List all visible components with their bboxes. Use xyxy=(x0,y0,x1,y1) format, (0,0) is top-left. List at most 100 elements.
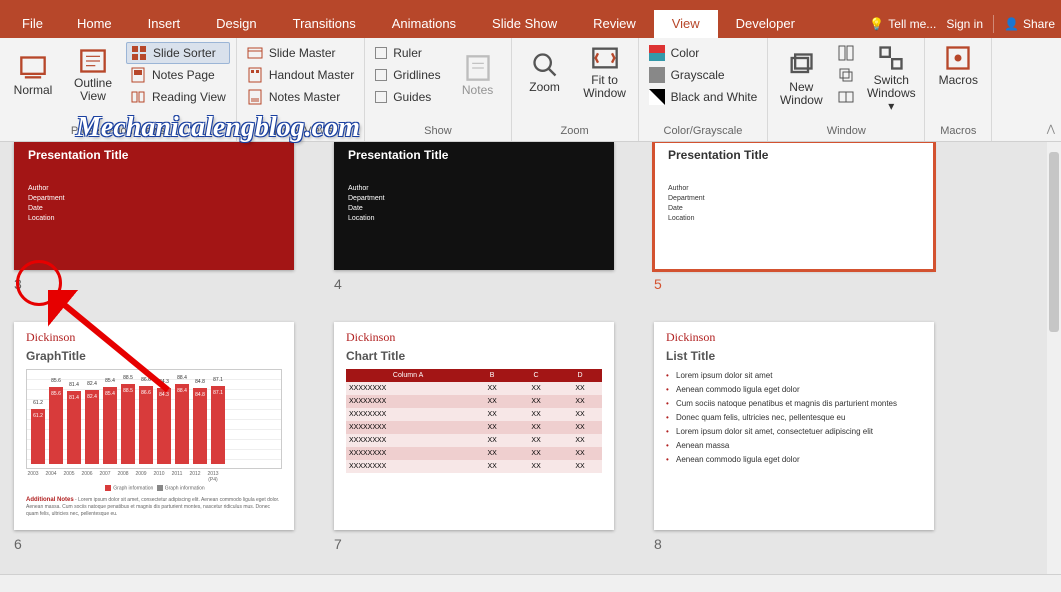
arrange-all-button[interactable] xyxy=(834,42,858,64)
group-show: Ruler Gridlines Guides Notes Show xyxy=(365,38,511,141)
tab-transitions[interactable]: Transitions xyxy=(275,10,374,38)
slide-thumb-8[interactable]: Dickinson List Title Lorem ipsum dolor s… xyxy=(654,322,934,530)
notes-master-button[interactable]: Notes Master xyxy=(243,86,358,108)
notes-button: Notes xyxy=(451,42,505,108)
scrollbar-thumb[interactable] xyxy=(1049,152,1059,332)
vertical-scrollbar[interactable] xyxy=(1047,142,1061,574)
slide-brand: Dickinson xyxy=(346,330,602,345)
tab-insert[interactable]: Insert xyxy=(130,10,199,38)
slide-thumb-3[interactable]: Presentation Title AuthorDepartmentDateL… xyxy=(14,142,294,270)
bar-chart: 61.261.285.685.681.481.482.482.485.485.4… xyxy=(26,369,282,469)
notes-page-icon xyxy=(130,67,146,83)
color-button[interactable]: Color xyxy=(645,42,762,64)
slide-number: 7 xyxy=(334,536,614,552)
group-window: New Window Switch Windows ▾ Window xyxy=(768,38,925,141)
bar-chart-xlabels: 2003200420052006200720082009201020112012… xyxy=(26,471,282,483)
normal-icon xyxy=(19,54,47,82)
list-item: Cum sociis natoque penatibus et magnis d… xyxy=(666,397,922,411)
switch-windows-icon xyxy=(877,44,905,72)
outline-icon xyxy=(79,47,107,75)
chart-table: Column ABCDXXXXXXXXXXXXXXXXXXXXXXXXXXXXX… xyxy=(346,369,602,473)
new-window-icon xyxy=(787,51,815,79)
outline-view-button[interactable]: Outline View xyxy=(66,42,120,108)
gridlines-checkbox[interactable]: Gridlines xyxy=(371,64,444,86)
group-title-master-views: Master Views xyxy=(243,123,358,139)
group-zoom: Zoom Fit to Window Zoom xyxy=(512,38,639,141)
tab-home[interactable]: Home xyxy=(59,10,130,38)
slide-sorter-icon xyxy=(131,45,147,61)
group-title-macros: Macros xyxy=(931,123,985,139)
slide-brand: Dickinson xyxy=(26,330,282,345)
group-title-zoom: Zoom xyxy=(518,123,632,139)
macros-button[interactable]: Macros xyxy=(931,42,985,89)
lightbulb-icon: 💡 xyxy=(869,17,884,31)
fit-window-icon xyxy=(591,44,619,72)
ribbon: Normal Outline View Slide Sorter Notes P… xyxy=(0,38,1061,142)
tab-view[interactable]: View xyxy=(654,10,718,38)
slide-sorter-pane: Presentation Title AuthorDepartmentDateL… xyxy=(0,142,1047,574)
tab-slideshow[interactable]: Slide Show xyxy=(474,10,575,38)
share-button[interactable]: 👤 Share xyxy=(1004,17,1055,31)
cascade-icon xyxy=(838,67,854,83)
checkbox-icon xyxy=(375,47,387,59)
slide-number: 6 xyxy=(14,536,294,552)
group-title-presentation-views: Presentation Views xyxy=(6,123,230,139)
group-master-views: Slide Master Handout Master Notes Master… xyxy=(237,38,365,141)
checkbox-icon xyxy=(375,69,387,81)
group-title-colorgrayscale: Color/Grayscale xyxy=(645,123,762,139)
tell-me[interactable]: 💡 Tell me... xyxy=(869,17,936,31)
slide-sorter-button[interactable]: Slide Sorter xyxy=(126,42,230,64)
slide-brand: Dickinson xyxy=(666,330,922,345)
ruler-checkbox[interactable]: Ruler xyxy=(371,42,444,64)
tab-file[interactable]: File xyxy=(6,10,59,38)
group-presentation-views: Normal Outline View Slide Sorter Notes P… xyxy=(0,38,237,141)
slide-number: 5 xyxy=(654,276,934,292)
tab-design[interactable]: Design xyxy=(198,10,274,38)
handout-master-button[interactable]: Handout Master xyxy=(243,64,358,86)
slide-title: Presentation Title xyxy=(348,148,600,162)
switch-windows-button[interactable]: Switch Windows ▾ xyxy=(864,42,918,115)
black-white-button[interactable]: Black and White xyxy=(645,86,762,108)
sign-in[interactable]: Sign in xyxy=(946,17,983,31)
group-color-grayscale: Color Grayscale Black and White Color/Gr… xyxy=(639,38,769,141)
list-item: Aenean commodo ligula eget dolor xyxy=(666,383,922,397)
move-split-button[interactable] xyxy=(834,86,858,108)
tab-developer[interactable]: Developer xyxy=(718,10,813,38)
slide-title: Chart Title xyxy=(346,349,602,363)
bar-chart-legend: Graph information Graph information xyxy=(26,485,282,491)
reading-view-button[interactable]: Reading View xyxy=(126,86,230,108)
list-item: Donec quam felis, ultricies nec, pellent… xyxy=(666,411,922,425)
list-item: Lorem ipsum dolor sit amet xyxy=(666,369,922,383)
slide-number: 4 xyxy=(334,276,614,292)
notes-page-button[interactable]: Notes Page xyxy=(126,64,230,86)
grayscale-icon xyxy=(649,67,665,83)
status-bar xyxy=(0,574,1061,592)
grayscale-button[interactable]: Grayscale xyxy=(645,64,762,86)
slide-meta: AuthorDepartmentDateLocation xyxy=(668,184,920,224)
tab-review[interactable]: Review xyxy=(575,10,654,38)
slide-notes: Additional Notes - Lorem ipsum dolor sit… xyxy=(26,497,282,518)
tab-animations[interactable]: Animations xyxy=(374,10,474,38)
normal-button[interactable]: Normal xyxy=(6,42,60,108)
separator xyxy=(993,15,994,33)
arrange-icon xyxy=(838,45,854,61)
slide-thumb-4[interactable]: Presentation Title AuthorDepartmentDateL… xyxy=(334,142,614,270)
new-window-button[interactable]: New Window xyxy=(774,42,828,115)
split-icon xyxy=(838,89,854,105)
cascade-button[interactable] xyxy=(834,64,858,86)
zoom-button[interactable]: Zoom xyxy=(518,42,572,102)
slide-thumb-7[interactable]: Dickinson Chart Title Column ABCDXXXXXXX… xyxy=(334,322,614,530)
slide-title: GraphTitle xyxy=(26,349,282,363)
slide-thumb-5[interactable]: Presentation Title AuthorDepartmentDateL… xyxy=(654,142,934,270)
list-item: Lorem ipsum dolor sit amet, consectetuer… xyxy=(666,425,922,439)
collapse-ribbon-icon[interactable]: ⋀ xyxy=(1047,124,1055,135)
guides-checkbox[interactable]: Guides xyxy=(371,86,444,108)
title-bar xyxy=(0,0,1061,10)
slide-number: 3 xyxy=(14,276,294,292)
tell-me-label: Tell me... xyxy=(888,17,936,31)
color-icon xyxy=(649,45,665,61)
slide-title: List Title xyxy=(666,349,922,363)
slide-master-button[interactable]: Slide Master xyxy=(243,42,358,64)
fit-to-window-button[interactable]: Fit to Window xyxy=(578,42,632,102)
slide-thumb-6[interactable]: Dickinson GraphTitle 61.261.285.685.681.… xyxy=(14,322,294,530)
